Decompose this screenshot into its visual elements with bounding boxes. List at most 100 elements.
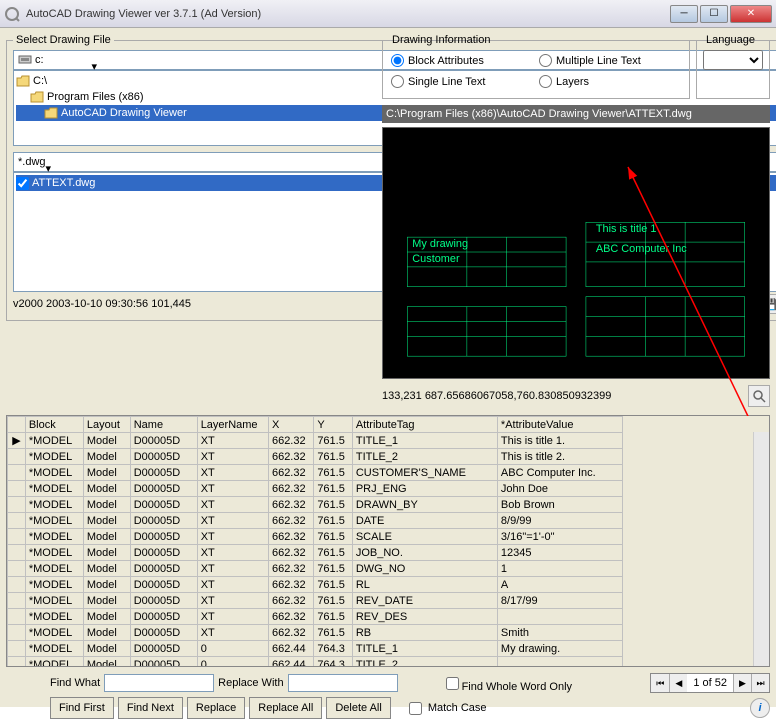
table-row[interactable]: ▶*MODELModelD00005DXT662.32761.5TITLE_1T… bbox=[8, 433, 623, 449]
table-cell[interactable]: D00005D bbox=[130, 481, 197, 497]
table-cell[interactable]: PRJ_ENG bbox=[352, 481, 497, 497]
column-header[interactable]: Layout bbox=[83, 417, 130, 433]
table-cell[interactable]: 761.5 bbox=[314, 449, 353, 465]
table-cell[interactable]: D00005D bbox=[130, 657, 197, 667]
table-cell[interactable]: DATE bbox=[352, 513, 497, 529]
replace-button[interactable]: Replace bbox=[187, 697, 245, 719]
table-cell[interactable]: 662.32 bbox=[268, 593, 313, 609]
row-header[interactable] bbox=[8, 561, 26, 577]
table-cell[interactable]: DRAWN_BY bbox=[352, 497, 497, 513]
table-cell[interactable]: D00005D bbox=[130, 625, 197, 641]
table-cell[interactable]: D00005D bbox=[130, 609, 197, 625]
find-next-button[interactable]: Find Next bbox=[118, 697, 183, 719]
table-cell[interactable]: XT bbox=[197, 433, 268, 449]
table-cell[interactable]: SCALE bbox=[352, 529, 497, 545]
table-cell[interactable]: 761.5 bbox=[314, 465, 353, 481]
table-cell[interactable]: Model bbox=[83, 529, 130, 545]
row-header[interactable] bbox=[8, 529, 26, 545]
maximize-button[interactable]: ☐ bbox=[700, 5, 728, 23]
table-cell[interactable]: 764.3 bbox=[314, 641, 353, 657]
row-header[interactable] bbox=[8, 481, 26, 497]
table-cell[interactable]: *MODEL bbox=[25, 513, 83, 529]
table-row[interactable]: *MODELModelD00005DXT662.32761.5DRAWN_BYB… bbox=[8, 497, 623, 513]
table-cell[interactable]: 662.32 bbox=[268, 609, 313, 625]
zoom-button[interactable] bbox=[748, 385, 770, 407]
table-cell[interactable]: XT bbox=[197, 529, 268, 545]
table-cell[interactable]: 662.32 bbox=[268, 529, 313, 545]
table-cell[interactable]: TITLE_1 bbox=[352, 433, 497, 449]
table-cell[interactable]: D00005D bbox=[130, 561, 197, 577]
table-cell[interactable]: 662.32 bbox=[268, 625, 313, 641]
table-cell[interactable]: Model bbox=[83, 593, 130, 609]
table-cell[interactable]: A bbox=[497, 577, 622, 593]
table-cell[interactable]: D00005D bbox=[130, 545, 197, 561]
table-cell[interactable]: This is title 2. bbox=[497, 449, 622, 465]
table-cell[interactable]: Model bbox=[83, 513, 130, 529]
table-cell[interactable]: D00005D bbox=[130, 577, 197, 593]
column-header[interactable]: AttributeTag bbox=[352, 417, 497, 433]
table-cell[interactable]: Bob Brown bbox=[497, 497, 622, 513]
table-cell[interactable]: 8/9/99 bbox=[497, 513, 622, 529]
table-cell[interactable]: *MODEL bbox=[25, 561, 83, 577]
grid-vertical-scrollbar[interactable] bbox=[753, 432, 769, 666]
last-record-button[interactable]: ⏭ bbox=[751, 674, 769, 692]
table-cell[interactable]: DWG_NO bbox=[352, 561, 497, 577]
table-cell[interactable]: My drawing. bbox=[497, 641, 622, 657]
table-cell[interactable]: 662.32 bbox=[268, 577, 313, 593]
first-record-button[interactable]: ⏮ bbox=[651, 674, 669, 692]
table-cell[interactable]: RL bbox=[352, 577, 497, 593]
table-cell[interactable]: Model bbox=[83, 641, 130, 657]
table-cell[interactable]: TITLE_2 bbox=[352, 449, 497, 465]
table-cell[interactable]: This is title 1. bbox=[497, 433, 622, 449]
table-cell[interactable]: XT bbox=[197, 545, 268, 561]
row-header[interactable] bbox=[8, 577, 26, 593]
table-row[interactable]: *MODELModelD00005DXT662.32761.5RLA bbox=[8, 577, 623, 593]
table-cell[interactable]: Model bbox=[83, 465, 130, 481]
replace-all-button[interactable]: Replace All bbox=[249, 697, 322, 719]
table-row[interactable]: *MODELModelD00005DXT662.32761.5REV_DATE8… bbox=[8, 593, 623, 609]
table-cell[interactable]: 1 bbox=[497, 561, 622, 577]
data-grid[interactable]: BlockLayoutNameLayerNameXYAttributeTag*A… bbox=[6, 415, 770, 667]
next-record-button[interactable]: ▶ bbox=[733, 674, 751, 692]
table-cell[interactable]: Model bbox=[83, 609, 130, 625]
table-cell[interactable]: *MODEL bbox=[25, 657, 83, 667]
table-row[interactable]: *MODELModelD00005DXT662.32761.5JOB_NO.12… bbox=[8, 545, 623, 561]
table-cell[interactable]: Smith bbox=[497, 625, 622, 641]
table-cell[interactable]: JOB_NO. bbox=[352, 545, 497, 561]
minimize-button[interactable]: ─ bbox=[670, 5, 698, 23]
table-cell[interactable]: 662.32 bbox=[268, 513, 313, 529]
table-cell[interactable]: 662.32 bbox=[268, 465, 313, 481]
drawing-preview[interactable]: My drawingThis is title 1 CustomerABC Co… bbox=[382, 127, 770, 379]
table-cell[interactable]: 0 bbox=[197, 657, 268, 667]
table-row[interactable]: *MODELModelD00005DXT662.32761.5DWG_NO1 bbox=[8, 561, 623, 577]
table-cell[interactable]: D00005D bbox=[130, 593, 197, 609]
column-header[interactable]: Y bbox=[314, 417, 353, 433]
table-cell[interactable]: ABC Computer Inc. bbox=[497, 465, 622, 481]
table-cell[interactable]: XT bbox=[197, 513, 268, 529]
table-cell[interactable] bbox=[497, 609, 622, 625]
table-cell[interactable]: D00005D bbox=[130, 465, 197, 481]
column-header[interactable]: *AttributeValue bbox=[497, 417, 622, 433]
row-header[interactable] bbox=[8, 593, 26, 609]
table-cell[interactable]: 662.32 bbox=[268, 561, 313, 577]
row-header[interactable] bbox=[8, 609, 26, 625]
table-cell[interactable]: 8/17/99 bbox=[497, 593, 622, 609]
table-cell[interactable]: *MODEL bbox=[25, 481, 83, 497]
row-header[interactable] bbox=[8, 449, 26, 465]
table-cell[interactable]: XT bbox=[197, 481, 268, 497]
table-row[interactable]: *MODELModelD00005DXT662.32761.5TITLE_2Th… bbox=[8, 449, 623, 465]
table-cell[interactable]: 761.5 bbox=[314, 529, 353, 545]
table-cell[interactable]: *MODEL bbox=[25, 465, 83, 481]
table-cell[interactable]: 761.5 bbox=[314, 481, 353, 497]
match-case-checkbox[interactable]: Match Case bbox=[405, 699, 487, 718]
table-cell[interactable]: 662.32 bbox=[268, 497, 313, 513]
table-cell[interactable]: Model bbox=[83, 561, 130, 577]
row-header[interactable] bbox=[8, 657, 26, 667]
table-cell[interactable]: D00005D bbox=[130, 529, 197, 545]
table-row[interactable]: *MODELModelD00005DXT662.32761.5PRJ_ENGJo… bbox=[8, 481, 623, 497]
table-row[interactable]: *MODELModelD00005DXT662.32761.5DATE8/9/9… bbox=[8, 513, 623, 529]
table-cell[interactable]: Model bbox=[83, 577, 130, 593]
table-cell[interactable]: 764.3 bbox=[314, 657, 353, 667]
table-cell[interactable]: CUSTOMER'S_NAME bbox=[352, 465, 497, 481]
table-cell[interactable]: Model bbox=[83, 625, 130, 641]
